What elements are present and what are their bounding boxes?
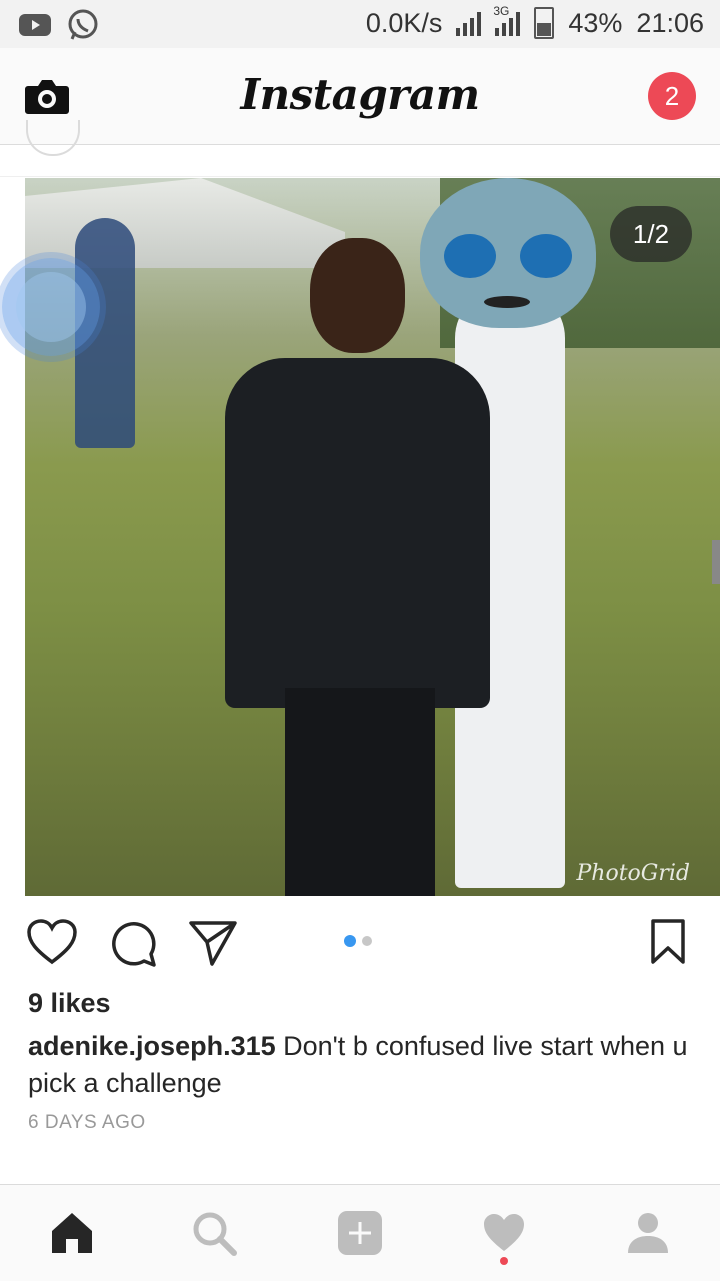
search-icon[interactable] (190, 1209, 238, 1257)
signal-icon (456, 10, 482, 36)
youtube-icon (19, 14, 51, 36)
scrollbar[interactable] (712, 540, 720, 584)
likes-count[interactable]: 9 likes (28, 988, 111, 1019)
watermark: PhotoGrid (576, 861, 690, 886)
activity-notification-dot (500, 1257, 508, 1265)
comment-icon[interactable] (108, 918, 158, 968)
app-header: Instagram 2 (0, 48, 720, 145)
bookmark-icon[interactable] (650, 918, 686, 966)
signal-3g-icon: 3G (493, 4, 521, 36)
network-type: 3G (493, 4, 510, 18)
add-icon[interactable] (336, 1209, 384, 1257)
instagram-logo: Instagram (240, 70, 480, 119)
like-heart-icon[interactable] (26, 918, 78, 966)
avatar[interactable] (26, 120, 80, 156)
activity-icon[interactable] (480, 1209, 528, 1257)
home-icon[interactable] (48, 1209, 96, 1257)
post-actions (0, 910, 720, 976)
battery-level: 43% (568, 7, 623, 38)
caption-username[interactable]: adenike.joseph.315 (28, 1031, 276, 1061)
post-image[interactable]: 1/2 PhotoGrid (25, 178, 720, 896)
network-speed: 0.0K/s (365, 7, 443, 38)
carousel-dot-active (344, 935, 356, 947)
battery-icon (534, 7, 555, 39)
clock: 21:06 (636, 7, 704, 38)
share-icon[interactable] (188, 918, 238, 968)
post-timestamp: 6 DAYS AGO (28, 1112, 146, 1133)
post-caption: adenike.joseph.315 Don't b confused live… (28, 1028, 688, 1102)
carousel-indicator (344, 935, 372, 947)
photo-counter: 1/2 (610, 206, 692, 262)
status-bar: 0.0K/s 3G 43% 21:06 (0, 0, 720, 48)
notification-badge[interactable]: 2 (648, 72, 696, 120)
touch-indicator (2, 258, 100, 356)
main-person (225, 238, 505, 896)
profile-icon[interactable] (624, 1209, 672, 1257)
alien-face-sticker (420, 178, 596, 328)
carousel-dot (362, 936, 372, 946)
whatsapp-icon (68, 9, 98, 40)
bottom-nav (0, 1184, 720, 1281)
divider (0, 176, 720, 177)
